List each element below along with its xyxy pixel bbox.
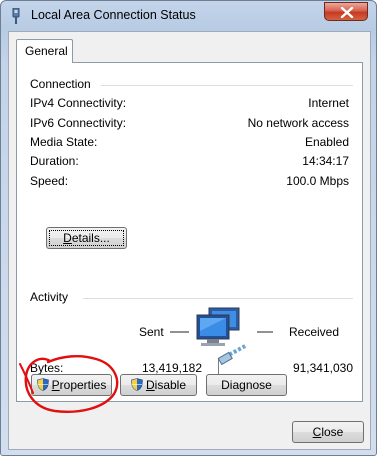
bytes-label: Bytes: <box>30 361 64 375</box>
tab-panel-general: Connection IPv4 Connectivity: Internet I… <box>16 62 363 402</box>
close-icon <box>340 7 354 18</box>
close-button[interactable]: Close <box>292 421 364 443</box>
diagnose-button[interactable]: Diagnose <box>206 374 287 396</box>
tab-general[interactable]: General <box>16 39 73 63</box>
ipv6-connectivity-label: IPv6 Connectivity: <box>30 116 127 130</box>
connection-group-label: Connection <box>30 77 95 91</box>
ipv4-connectivity-value: Internet <box>308 96 349 110</box>
bytes-sent-value: 13,419,182 <box>141 361 202 375</box>
speed-value: 100.0 Mbps <box>286 174 349 188</box>
properties-button[interactable]: Properties <box>31 374 112 396</box>
details-button-label: Details... <box>63 231 110 245</box>
media-state-label: Media State: <box>30 135 98 149</box>
disable-button-label: Disable <box>145 378 187 392</box>
duration-value: 14:34:17 <box>302 154 349 168</box>
duration-label: Duration: <box>30 154 79 168</box>
properties-button-label: Properties <box>51 378 107 392</box>
ipv6-connectivity-value: No network access <box>247 116 349 130</box>
dialog-window: Local Area Connection Status General Con… <box>0 0 377 456</box>
received-label: Received <box>289 325 340 339</box>
media-state-value: Enabled <box>304 135 349 149</box>
disable-button[interactable]: Disable <box>120 374 197 396</box>
details-button[interactable]: Details... <box>46 227 127 249</box>
window-title: Local Area Connection Status <box>31 8 196 22</box>
network-connection-icon <box>12 8 20 24</box>
sent-label: Sent <box>139 325 164 339</box>
activity-divider-tick <box>218 359 219 375</box>
tab-general-label: General <box>25 44 68 58</box>
title-bar[interactable]: Local Area Connection Status <box>1 1 376 29</box>
bytes-received-value: 91,341,030 <box>292 361 353 375</box>
uac-shield-icon <box>36 378 49 392</box>
diagnose-button-label: Diagnose <box>221 378 272 392</box>
speed-label: Speed: <box>30 174 69 188</box>
dialog-client-area: General Connection IPv4 Connectivity: In… <box>8 31 371 450</box>
activity-group-label: Activity <box>30 290 73 304</box>
window-close-button[interactable] <box>324 2 368 21</box>
close-button-label: Close <box>312 425 344 439</box>
activity-group-divider <box>83 298 353 299</box>
uac-shield-icon <box>131 378 143 392</box>
connection-group-divider <box>101 85 353 86</box>
ipv4-connectivity-label: IPv4 Connectivity: <box>30 96 127 110</box>
